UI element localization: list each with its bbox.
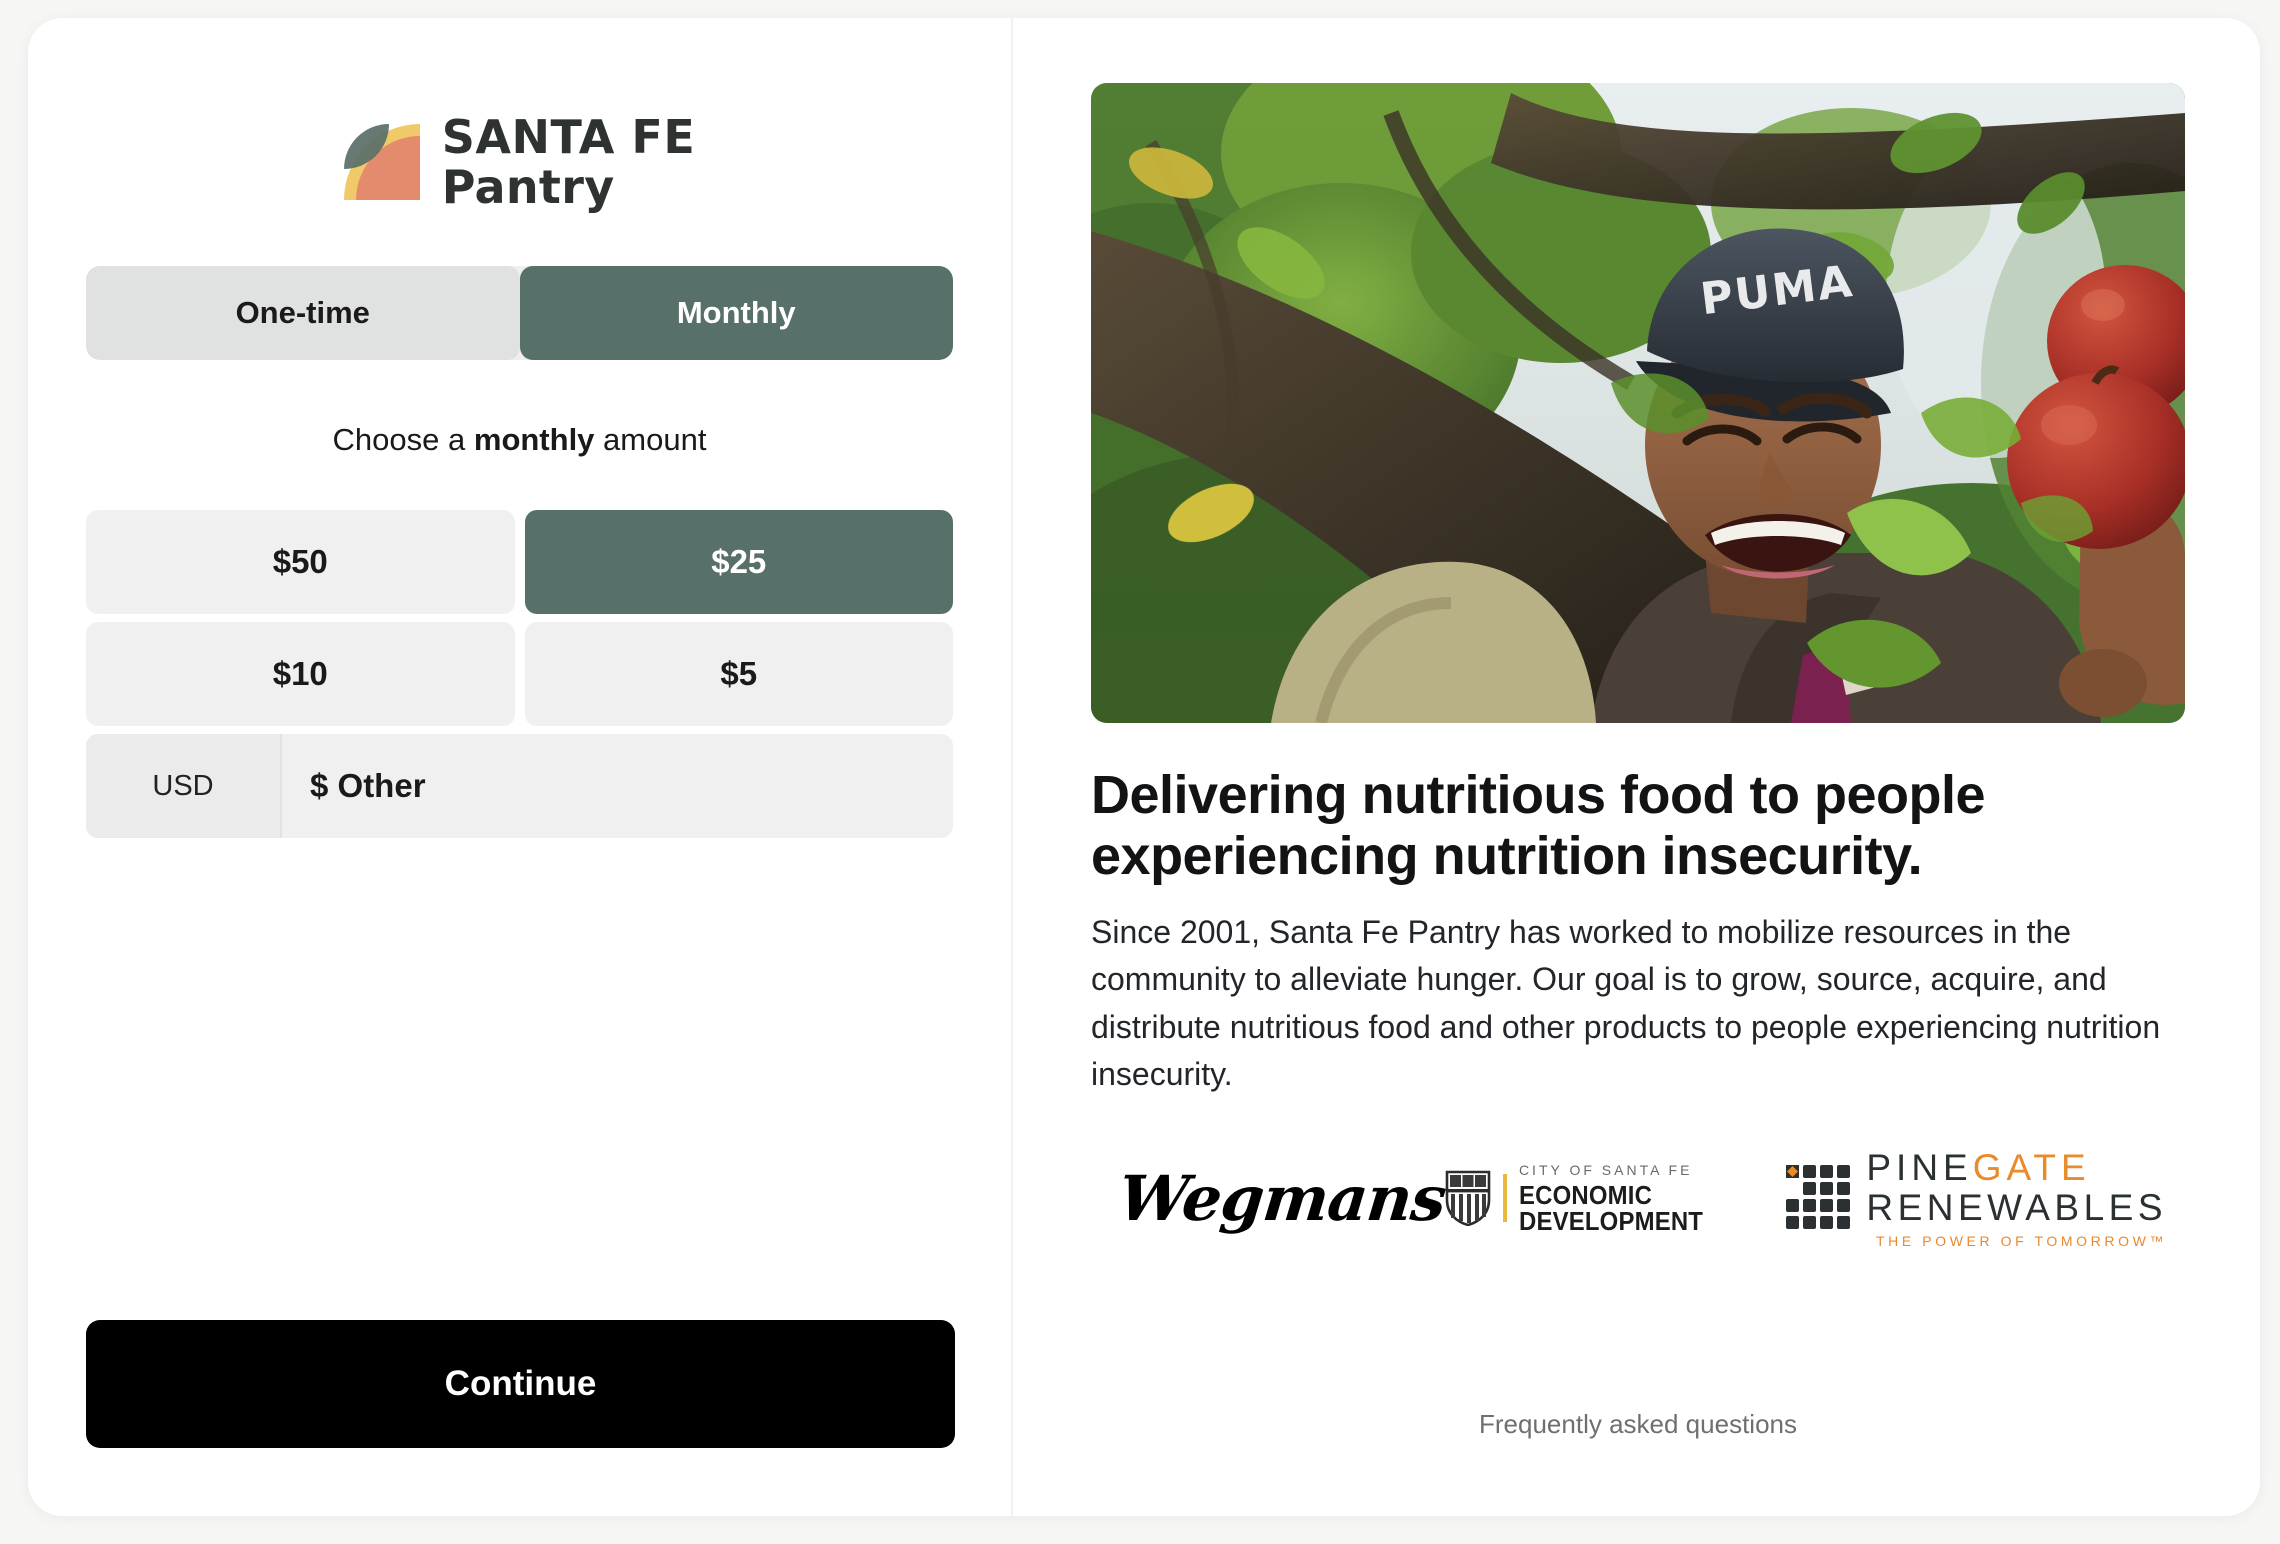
story-headline: Delivering nutritious food to people exp…	[1091, 765, 1986, 887]
santa-fe-divider-bar	[1503, 1174, 1507, 1223]
amount-button-5[interactable]: $5	[524, 622, 953, 726]
donation-card: SANTA FE Pantry One-time Monthly Choose …	[28, 18, 2260, 1516]
continue-button[interactable]: Continue	[86, 1320, 955, 1448]
choose-amount-suffix: amount	[594, 422, 707, 457]
santa-fe-pantry-logo-mark-icon	[343, 124, 420, 200]
santa-fe-shield-icon	[1445, 1171, 1491, 1227]
brand-logo: SANTA FE Pantry	[86, 114, 953, 210]
frequency-option-one-time[interactable]: One-time	[86, 266, 520, 360]
amount-button-50[interactable]: $50	[86, 510, 515, 614]
brand-name-line2: Pantry	[441, 160, 615, 214]
sponsor-logos: Wegmans CITY OF SANTA FE ECONOMIC DEVELO…	[1091, 1144, 2185, 1252]
story-body: Since 2001, Santa Fe Pantry has worked t…	[1091, 914, 2161, 1093]
donation-page: SANTA FE Pantry One-time Monthly Choose …	[0, 0, 2280, 1544]
choose-amount-label: Choose a monthly amount	[86, 422, 953, 458]
amount-grid: $50 $25 $10 $5 USD	[86, 510, 953, 838]
pine-gate-word-gate: GATE	[1972, 1146, 2091, 1188]
custom-amount-row: USD	[86, 734, 953, 838]
pine-gate-line1: PINEGATE	[1866, 1149, 2167, 1186]
brand-name-line1: SANTA FE	[441, 110, 696, 164]
amount-button-10[interactable]: $10	[86, 622, 515, 726]
choose-amount-prefix: Choose a	[332, 422, 474, 457]
pine-gate-line2: RENEWABLES	[1866, 1186, 2167, 1228]
santa-fe-wordmark: CITY OF SANTA FE ECONOMIC DEVELOPMENT	[1519, 1163, 1786, 1234]
faq-link[interactable]: Frequently asked questions	[1013, 1409, 2260, 1440]
wegmans-logo-icon: Wegmans	[1115, 1161, 1449, 1235]
amount-button-25[interactable]: $25	[524, 510, 953, 614]
choose-amount-emphasis: monthly	[473, 422, 595, 457]
frequency-option-monthly[interactable]: Monthly	[519, 266, 953, 360]
hero-image: PUMA	[1091, 83, 2185, 723]
pine-gate-grid-icon	[1786, 1165, 1851, 1230]
brand-wordmark: SANTA FE Pantry	[442, 114, 696, 210]
sponsor-city-of-santa-fe: CITY OF SANTA FE ECONOMIC DEVELOPMENT	[1445, 1163, 1786, 1234]
pine-gate-wordmark: PINEGATE RENEWABLES THE POWER OF TOMORRO…	[1866, 1149, 2167, 1248]
pine-gate-word-pine: PINE	[1866, 1146, 1973, 1188]
currency-selector[interactable]: USD	[86, 734, 282, 838]
sponsor-wegmans: Wegmans	[1115, 1162, 1449, 1235]
pine-gate-tagline: THE POWER OF TOMORROW™	[1875, 1232, 2167, 1249]
santa-fe-bottom-line: ECONOMIC DEVELOPMENT	[1518, 1179, 1704, 1236]
custom-amount-input[interactable]	[282, 734, 953, 838]
santa-fe-top-line: CITY OF SANTA FE	[1518, 1161, 1693, 1178]
donation-form-panel: SANTA FE Pantry One-time Monthly Choose …	[28, 18, 1013, 1516]
organization-story-panel: PUMA Delivering nutritious food to peopl…	[1013, 18, 2260, 1516]
sponsor-pine-gate-renewables: PINEGATE RENEWABLES THE POWER OF TOMORRO…	[1786, 1149, 2167, 1248]
frequency-toggle: One-time Monthly	[86, 266, 953, 360]
